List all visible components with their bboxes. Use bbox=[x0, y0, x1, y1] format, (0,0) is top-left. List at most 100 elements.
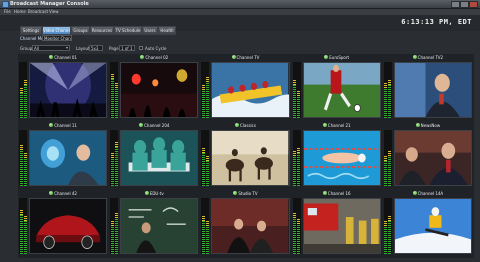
channel-preview[interactable] bbox=[302, 130, 381, 186]
channel-name: Studio TV bbox=[238, 191, 258, 196]
channel-tile[interactable]: Channel 01 bbox=[18, 54, 108, 122]
channel-preview[interactable] bbox=[29, 62, 108, 118]
status-dot-icon bbox=[140, 55, 145, 59]
audio-level-bar bbox=[297, 218, 301, 254]
audio-level-bar bbox=[388, 79, 392, 118]
audio-peak-segment bbox=[384, 155, 388, 161]
channel-tile[interactable]: Channel TV2 bbox=[383, 54, 473, 122]
channel-preview[interactable] bbox=[393, 62, 472, 118]
audio-level-bar bbox=[19, 144, 23, 186]
page-dropdown[interactable]: 1 of 1 bbox=[119, 45, 135, 51]
audio-peak-segment bbox=[114, 212, 118, 218]
auto-cycle-checkbox[interactable] bbox=[139, 46, 143, 50]
channel-preview[interactable] bbox=[29, 198, 108, 254]
auto-cycle-label: Auto Cycle bbox=[145, 46, 167, 51]
channel-tile[interactable]: Channel 16 bbox=[292, 190, 382, 258]
audio-level-bar bbox=[297, 90, 301, 118]
channel-preview[interactable] bbox=[29, 130, 108, 186]
channel-label: Channel TV2 bbox=[383, 54, 473, 61]
audio-peak-segment bbox=[297, 147, 301, 153]
channel-preview[interactable] bbox=[120, 130, 199, 186]
channel-preview[interactable] bbox=[120, 198, 199, 254]
preview-image bbox=[212, 63, 289, 117]
audio-level-bar bbox=[19, 87, 23, 118]
audio-level-meter bbox=[383, 198, 392, 254]
channel-tile[interactable]: Channel 204 bbox=[109, 122, 199, 190]
audio-peak-segment bbox=[23, 215, 27, 221]
status-dot-icon bbox=[412, 191, 417, 195]
channel-preview[interactable] bbox=[393, 130, 472, 186]
audio-peak-segment bbox=[388, 150, 392, 156]
audio-peak-segment bbox=[205, 220, 209, 226]
channel-label: Channel 14A bbox=[383, 190, 473, 197]
channel-tile[interactable]: Channel TV bbox=[200, 54, 290, 122]
channel-tile[interactable]: Channel 02 bbox=[109, 54, 199, 122]
view-dropdown[interactable]: Monitor Channels bbox=[42, 35, 72, 41]
audio-peak-segment bbox=[110, 152, 114, 158]
channel-tile[interactable]: Channel 14A bbox=[383, 190, 473, 258]
audio-peak-segment bbox=[114, 141, 118, 147]
channel-tile[interactable]: Channel 42 bbox=[18, 190, 108, 258]
maximize-button[interactable] bbox=[460, 1, 469, 8]
audio-peak-segment bbox=[205, 76, 209, 82]
channel-name: Channel 02 bbox=[145, 55, 169, 60]
channel-tile[interactable]: Channel 11 bbox=[18, 122, 108, 190]
minimize-button[interactable] bbox=[451, 1, 460, 8]
tab-users[interactable]: Users bbox=[142, 26, 158, 35]
channel-preview[interactable] bbox=[211, 62, 290, 118]
audio-level-bar bbox=[293, 150, 297, 186]
channel-preview[interactable] bbox=[393, 198, 472, 254]
tab-settings[interactable]: Settings bbox=[20, 26, 42, 35]
preview-image bbox=[30, 63, 107, 117]
preview-image bbox=[394, 199, 471, 253]
channel-preview[interactable] bbox=[302, 62, 381, 118]
clock: 6:13:13 PM, EDT bbox=[401, 18, 472, 26]
audio-peak-segment bbox=[293, 212, 297, 218]
group-label: Group bbox=[20, 46, 33, 51]
channel-tile[interactable]: Classics bbox=[200, 122, 290, 190]
audio-peak-segment bbox=[293, 150, 297, 156]
channel-preview[interactable] bbox=[211, 130, 290, 186]
channel-preview[interactable] bbox=[120, 62, 199, 118]
preview-image bbox=[394, 131, 471, 185]
preview-image bbox=[394, 63, 471, 117]
audio-peak-segment bbox=[384, 82, 388, 88]
status-dot-icon bbox=[49, 123, 54, 127]
channel-tile[interactable]: EDU-tv bbox=[109, 190, 199, 258]
channel-tile[interactable]: Channel 21 bbox=[292, 122, 382, 190]
channel-tile[interactable]: Studio TV bbox=[200, 190, 290, 258]
channel-tile[interactable]: EuroSport bbox=[292, 54, 382, 122]
tab-resources[interactable]: Resources bbox=[90, 26, 114, 35]
channel-name: NewsNow bbox=[420, 123, 441, 128]
channel-preview[interactable] bbox=[302, 198, 381, 254]
tab-tv-schedule[interactable]: TV Schedule bbox=[114, 26, 142, 35]
channel-label: Channel 16 bbox=[292, 190, 382, 197]
channel-tile[interactable]: NewsNow bbox=[383, 122, 473, 190]
close-button[interactable] bbox=[469, 1, 478, 8]
layout-dropdown[interactable]: 5x3 bbox=[89, 45, 103, 51]
channel-label: NewsNow bbox=[383, 122, 473, 129]
filter-bar: Group All Layout 5x3 Page 1 of 1 Auto Cy… bbox=[20, 45, 320, 52]
audio-level-bar bbox=[388, 215, 392, 254]
tab-health[interactable]: Health bbox=[158, 26, 176, 35]
audio-level-bar bbox=[293, 79, 297, 118]
channel-name: Channel 16 bbox=[327, 191, 351, 196]
channel-label: Channel TV bbox=[200, 54, 290, 61]
preview-image bbox=[30, 131, 107, 185]
audio-level-meter bbox=[292, 62, 301, 118]
status-dot-icon bbox=[412, 55, 417, 59]
channel-preview[interactable] bbox=[211, 198, 290, 254]
audio-level-bar bbox=[384, 220, 388, 254]
app-window: Broadcast Manager Console File Home Broa… bbox=[0, 0, 480, 262]
audio-peak-segment bbox=[110, 73, 114, 79]
audio-level-meter bbox=[19, 62, 27, 118]
group-dropdown[interactable]: All bbox=[32, 45, 70, 51]
status-dot-icon bbox=[324, 55, 329, 59]
tab-video-channels[interactable]: Video Channels bbox=[42, 26, 71, 35]
channel-name: Channel 21 bbox=[327, 123, 351, 128]
channel-label: Channel 01 bbox=[18, 54, 108, 61]
tab-groups[interactable]: Groups bbox=[71, 26, 90, 35]
status-dot-icon bbox=[144, 191, 149, 195]
channel-label: Channel 42 bbox=[18, 190, 108, 197]
channel-label: EDU-tv bbox=[109, 190, 199, 197]
